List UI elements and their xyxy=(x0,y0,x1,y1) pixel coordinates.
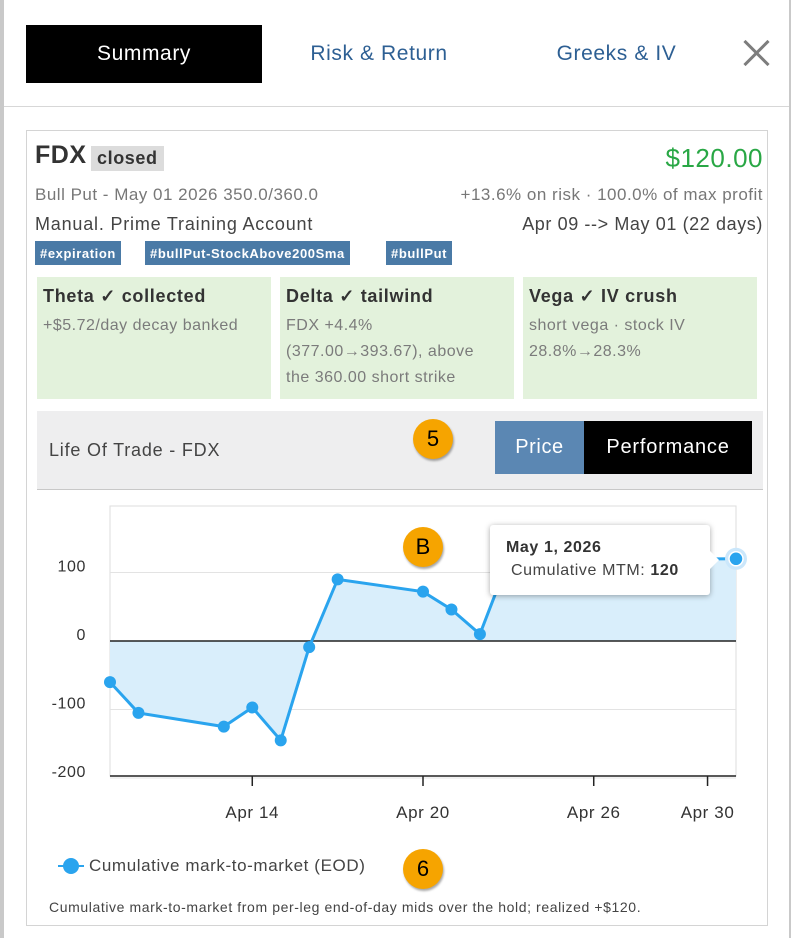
mtm-chart: -200 -100 0 100 Apr 14 Apr 20 Apr 26 Apr 30 xyxy=(52,505,747,822)
chart-tooltip: May 1, 2026 Cumulative MTM: 120 xyxy=(490,525,719,595)
x-tick-label: Apr 20 xyxy=(396,803,450,822)
chart-legend-item[interactable]: Cumulative mark-to-market (EOD) xyxy=(58,856,366,876)
y-tick-label: 100 xyxy=(58,559,87,576)
series-point xyxy=(217,720,230,733)
annotation-badge-b: B xyxy=(403,527,443,567)
legend-marker-icon xyxy=(58,858,84,874)
series-point xyxy=(104,676,116,689)
annotation-badge-6: 6 xyxy=(403,849,443,889)
y-tick-label: -100 xyxy=(52,696,86,713)
series-point xyxy=(417,585,429,598)
y-tick-label: 0 xyxy=(77,627,87,644)
series-point xyxy=(445,603,458,616)
tooltip-date: May 1, 2026 xyxy=(506,539,602,556)
series-point xyxy=(246,701,259,714)
series-point xyxy=(303,641,316,654)
series-point xyxy=(473,628,486,641)
chart-footnote: Cumulative mark-to-market from per-leg e… xyxy=(49,899,642,915)
x-tick-label: Apr 30 xyxy=(681,803,735,822)
tooltip-label: Cumulative MTM: xyxy=(511,562,646,579)
series-point xyxy=(331,573,344,586)
x-tick-label: Apr 14 xyxy=(225,803,279,822)
tooltip-value: 120 xyxy=(650,562,679,579)
tooltip-value-row: Cumulative MTM: 120 xyxy=(511,562,679,580)
annotation-badge-5: 5 xyxy=(413,419,453,459)
series-point xyxy=(728,551,744,567)
y-tick-label: -200 xyxy=(52,764,86,781)
legend-label: Cumulative mark-to-market (EOD) xyxy=(89,856,366,875)
series-point xyxy=(132,706,145,719)
series-point xyxy=(274,734,287,747)
x-tick-label: Apr 26 xyxy=(567,803,621,822)
